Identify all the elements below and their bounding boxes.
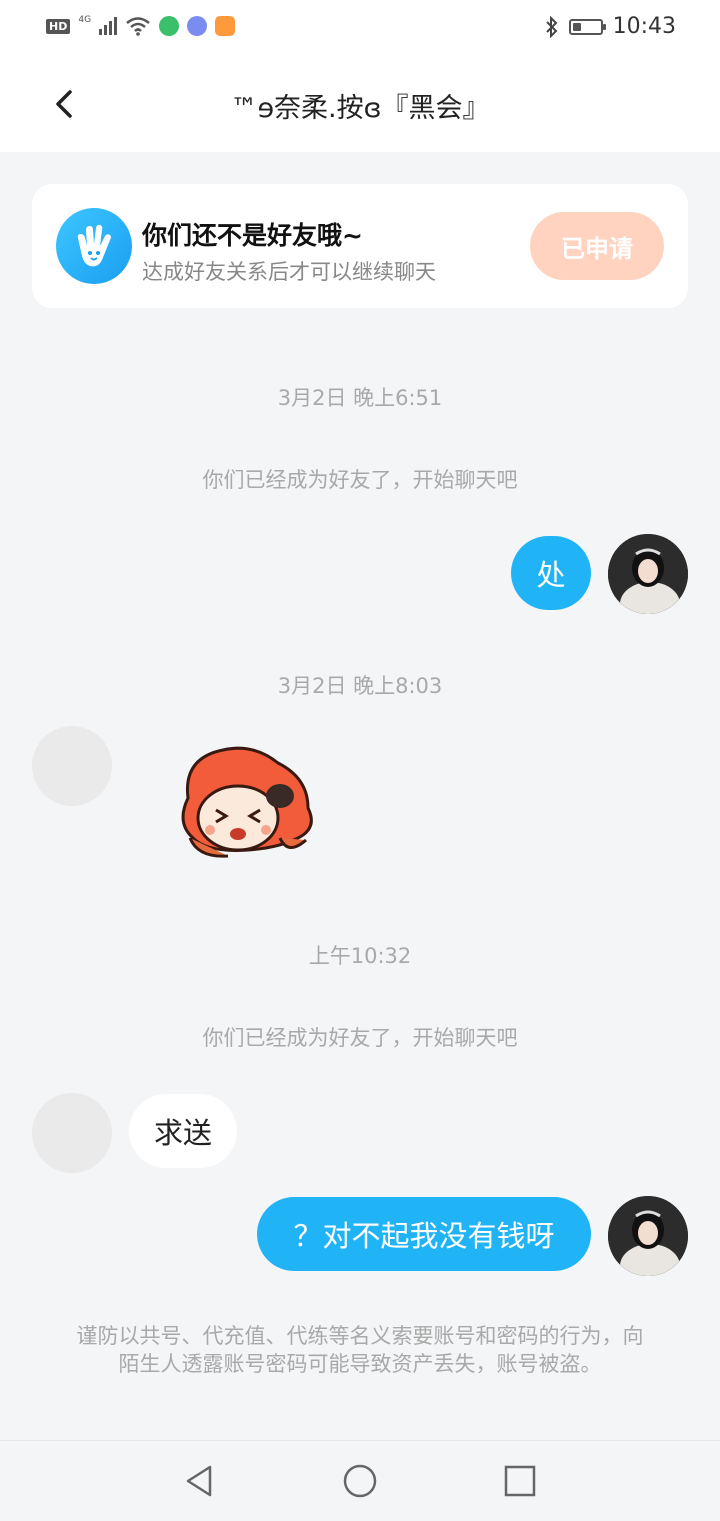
applied-button[interactable]: 已申请 <box>530 212 664 280</box>
video-app-icon <box>215 16 236 36</box>
status-right: 10:43 <box>545 14 676 39</box>
chat-header: ™ɘ奈柔.按ɞ『黑会』 <box>0 58 720 152</box>
contact-avatar[interactable] <box>32 726 112 806</box>
friend-card-title: 你们还不是好友哦~ <box>142 221 363 250</box>
status-bar: HD 4G 10:43 <box>0 0 720 58</box>
incoming-message-bubble[interactable]: 求送 <box>129 1094 237 1168</box>
timestamp: 3月2日 晚上8:03 <box>277 674 443 698</box>
system-message: 你们已经成为好友了，开始聊天吧 <box>202 468 518 492</box>
status-time: 10:43 <box>612 14 676 39</box>
timestamp: 上午10:32 <box>308 944 412 968</box>
cartoon-girl-sticker[interactable] <box>168 738 322 866</box>
wifi-icon <box>126 17 150 36</box>
waving-hand-icon <box>56 208 132 284</box>
safety-notice: 谨防以共号、代充值、代练等名义索要账号和密码的行为，向陌生人透露账号密码可能导致… <box>76 1324 644 1376</box>
status-left: HD 4G <box>46 15 236 36</box>
my-avatar[interactable] <box>608 1196 688 1276</box>
recents-square-icon[interactable] <box>502 1463 538 1499</box>
music-app-icon <box>187 16 208 36</box>
friend-request-card: 你们还不是好友哦~ 达成好友关系后才可以继续聊天 已申请 <box>32 184 688 308</box>
hd-icon: HD <box>46 18 71 34</box>
contact-avatar[interactable] <box>32 1093 112 1173</box>
outgoing-message-bubble[interactable]: 处 <box>511 536 591 610</box>
system-message: 你们已经成为好友了，开始聊天吧 <box>202 1026 518 1050</box>
home-circle-icon[interactable] <box>342 1463 378 1499</box>
system-nav-bar <box>0 1440 720 1521</box>
my-avatar[interactable] <box>608 534 688 614</box>
green-app-icon <box>159 16 180 36</box>
battery-level <box>572 22 581 31</box>
outgoing-message-bubble[interactable]: ？对不起我没有钱呀 <box>257 1197 591 1271</box>
bluetooth-icon <box>545 15 558 38</box>
chat-title: ™ɘ奈柔.按ɞ『黑会』 <box>230 93 490 124</box>
battery-icon <box>568 18 606 35</box>
4g-signal-icon: 4G <box>78 15 92 25</box>
friend-card-subtitle: 达成好友关系后才可以继续聊天 <box>142 260 436 284</box>
timestamp: 3月2日 晚上6:51 <box>277 386 443 410</box>
back-triangle-icon[interactable] <box>182 1463 218 1499</box>
cellular-signal-icon <box>99 17 118 35</box>
